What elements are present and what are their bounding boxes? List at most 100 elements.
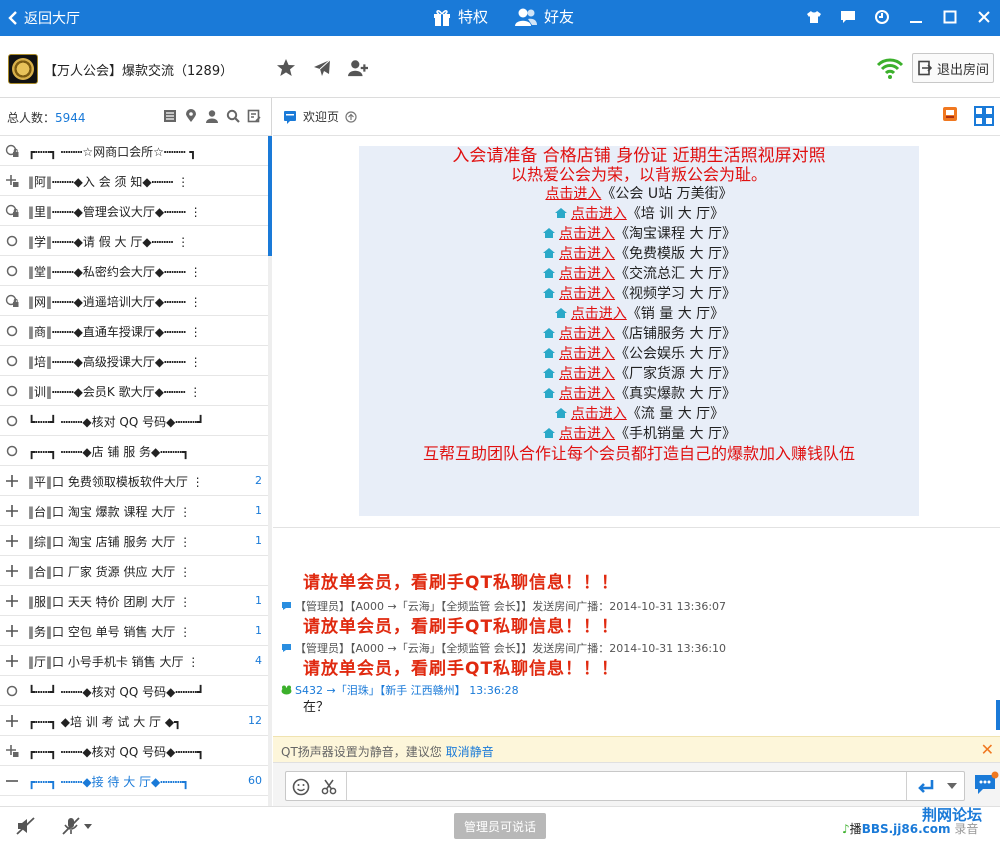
privilege-button[interactable]: 特权: [432, 6, 488, 27]
minimize-icon[interactable]: [908, 9, 924, 25]
expand-icon[interactable]: [5, 564, 19, 578]
channel-item[interactable]: ‖服‖口 天天 特价 团刷 大厅 ⋮ 1: [0, 586, 268, 616]
locked-channel-icon[interactable]: [5, 144, 19, 158]
total-users-value: 5944: [55, 111, 86, 125]
channel-item[interactable]: ‖阿‖┅┅┅◆入 会 须 知◆┅┅┅ ⋮: [0, 166, 268, 196]
edit-icon[interactable]: [247, 109, 261, 123]
close-notice-icon[interactable]: ✕: [981, 740, 994, 759]
channel-item[interactable]: ┏┅┅┓ ┅┅┅☆网商口会所☆┅┅┅ ┓: [0, 136, 268, 166]
star-icon[interactable]: [276, 58, 296, 78]
expand-icon[interactable]: [5, 534, 19, 548]
airplane-icon[interactable]: [312, 58, 332, 78]
enter-hall-link[interactable]: 点击进入: [559, 286, 615, 302]
channel-item[interactable]: ┏┅┅┓ ┅┅┅◆店 铺 服 务◆┅┅┅┓: [0, 436, 268, 466]
location-icon[interactable]: [184, 109, 198, 123]
add-user-icon[interactable]: [348, 58, 368, 78]
admin-speak-button[interactable]: 管理员可说话: [454, 813, 546, 839]
chat-scroll-thumb[interactable]: [996, 700, 1000, 730]
send-button[interactable]: [906, 772, 964, 800]
channel-circle-icon[interactable]: [5, 384, 19, 398]
channel-item[interactable]: ‖学‖┅┅┅◆请 假 大 厅◆┅┅┅ ⋮: [0, 226, 268, 256]
room-header: 【万人公会】爆款交流（1289） 退出房间: [0, 36, 1000, 98]
message-icon[interactable]: [840, 9, 856, 25]
message-input[interactable]: [350, 776, 890, 796]
channel-item[interactable]: ‖合‖口 厂家 货源 供应 大厅 ⋮: [0, 556, 268, 586]
exit-room-button[interactable]: 退出房间: [912, 53, 994, 83]
expand-icon[interactable]: [5, 504, 19, 518]
mic-muted-icon[interactable]: [62, 817, 82, 835]
hall-name: 《手机销量 大 厅》: [615, 426, 736, 442]
channel-item[interactable]: ┏┅┅┓ ┅┅┅◆核对 QQ 号码◆┅┅┅┓: [0, 736, 268, 766]
welcome-footer: 互帮互助团队合作让每个会员都打造自己的爆款加入赚钱队伍: [422, 444, 855, 463]
settings-icon[interactable]: [874, 9, 890, 25]
gift-icon: [434, 9, 450, 26]
chat-bubble-icon[interactable]: [973, 771, 999, 797]
channel-circle-icon[interactable]: [5, 234, 19, 248]
skin-icon[interactable]: [806, 9, 822, 25]
hall-link-row: 点击进入《视频学习 大 厅》: [359, 284, 919, 304]
user-icon[interactable]: [205, 109, 219, 123]
channel-item[interactable]: ‖综‖口 淘宝 店铺 服务 大厅 ⋮ 1: [0, 526, 268, 556]
enter-hall-link[interactable]: 点击进入: [559, 386, 615, 402]
channel-item[interactable]: ‖网‖┅┅┅◆逍遥培训大厅◆┅┅┅ ⋮: [0, 286, 268, 316]
channel-item[interactable]: ┏┅┅┓ ┅┅┅◆接 待 大 厅◆┅┅┅┓ 60: [0, 766, 268, 796]
enter-hall-link[interactable]: 点击进入: [559, 246, 615, 262]
enter-hall-link[interactable]: 点击进入: [559, 346, 615, 362]
back-to-lobby-button[interactable]: 返回大厅: [8, 8, 80, 28]
enter-hall-link[interactable]: 点击进入: [571, 306, 627, 322]
channel-circle-icon[interactable]: [5, 354, 19, 368]
expand-icon[interactable]: [5, 624, 19, 638]
channel-circle-icon[interactable]: [5, 324, 19, 338]
channel-item[interactable]: ‖培‖┅┅┅◆高级授课大厅◆┅┅┅ ⋮: [0, 346, 268, 376]
channel-scrollbar[interactable]: [268, 136, 272, 806]
expand-locked-icon[interactable]: [5, 744, 19, 758]
expand-locked-icon[interactable]: [5, 174, 19, 188]
friends-button[interactable]: 好友: [514, 6, 574, 27]
channel-item[interactable]: ┗┅┅┛ ┅┅┅◆核对 QQ 号码◆┅┅┅┛: [0, 406, 268, 436]
enter-hall-link[interactable]: 点击进入: [559, 226, 615, 242]
enter-hall-link[interactable]: 点击进入: [559, 326, 615, 342]
grid-icon[interactable]: [974, 106, 994, 126]
close-icon[interactable]: [976, 9, 992, 25]
channel-circle-icon[interactable]: [5, 414, 19, 428]
channel-circle-icon[interactable]: [5, 684, 19, 698]
scissors-icon[interactable]: [320, 778, 338, 796]
enter-hall-link[interactable]: 点击进入: [559, 266, 615, 282]
channel-item[interactable]: ‖堂‖┅┅┅◆私密约会大厅◆┅┅┅ ⋮: [0, 256, 268, 286]
search-icon[interactable]: [226, 109, 240, 123]
upload-icon[interactable]: [345, 110, 357, 123]
maximize-icon[interactable]: [942, 9, 958, 25]
scroll-thumb[interactable]: [268, 136, 272, 256]
unmute-link[interactable]: 取消静音: [446, 745, 494, 759]
enter-hall-link[interactable]: 点击进入: [571, 406, 627, 422]
emoji-icon[interactable]: [292, 778, 310, 796]
channel-item[interactable]: ‖务‖口 空包 单号 销售 大厅 ⋮ 1: [0, 616, 268, 646]
mic-dropdown-icon[interactable]: [84, 824, 92, 829]
locked-channel-icon[interactable]: [5, 204, 19, 218]
expand-icon[interactable]: [5, 654, 19, 668]
expand-icon[interactable]: [5, 594, 19, 608]
chevron-down-icon[interactable]: [947, 783, 957, 789]
channel-item[interactable]: ‖平‖口 免费领取模板软件大厅 ⋮ 2: [0, 466, 268, 496]
expand-icon[interactable]: [5, 714, 19, 728]
channel-item[interactable]: ┏┅┅┓ ◆培 训 考 试 大 厅 ◆┓ 12: [0, 706, 268, 736]
app-box-icon[interactable]: [942, 106, 958, 122]
channel-circle-icon[interactable]: [5, 444, 19, 458]
tab-welcome[interactable]: 欢迎页: [283, 108, 357, 125]
list-view-icon[interactable]: [163, 109, 177, 123]
channel-item[interactable]: ‖商‖┅┅┅◆直通车授课厅◆┅┅┅ ⋮: [0, 316, 268, 346]
channel-item[interactable]: ‖台‖口 淘宝 爆款 课程 大厅 ⋮ 1: [0, 496, 268, 526]
expand-icon[interactable]: [5, 474, 19, 488]
channel-item[interactable]: ‖训‖┅┅┅◆会员K 歌大厅◆┅┅┅ ⋮: [0, 376, 268, 406]
channel-circle-icon[interactable]: [5, 264, 19, 278]
channel-item[interactable]: ‖里‖┅┅┅◆管理会议大厅◆┅┅┅ ⋮: [0, 196, 268, 226]
channel-item[interactable]: ┗┅┅┛ ┅┅┅◆核对 QQ 号码◆┅┅┅┛: [0, 676, 268, 706]
enter-hall-link[interactable]: 点击进入: [559, 426, 615, 442]
locked-channel-icon[interactable]: [5, 294, 19, 308]
collapse-icon[interactable]: [5, 774, 19, 788]
enter-hall-link[interactable]: 点击进入: [559, 366, 615, 382]
enter-hall-link[interactable]: 点击进入: [545, 186, 601, 202]
channel-item[interactable]: ‖厅‖口 小号手机卡 销售 大厅 ⋮ 4: [0, 646, 268, 676]
enter-hall-link[interactable]: 点击进入: [571, 206, 627, 222]
speaker-muted-icon[interactable]: [16, 817, 36, 835]
